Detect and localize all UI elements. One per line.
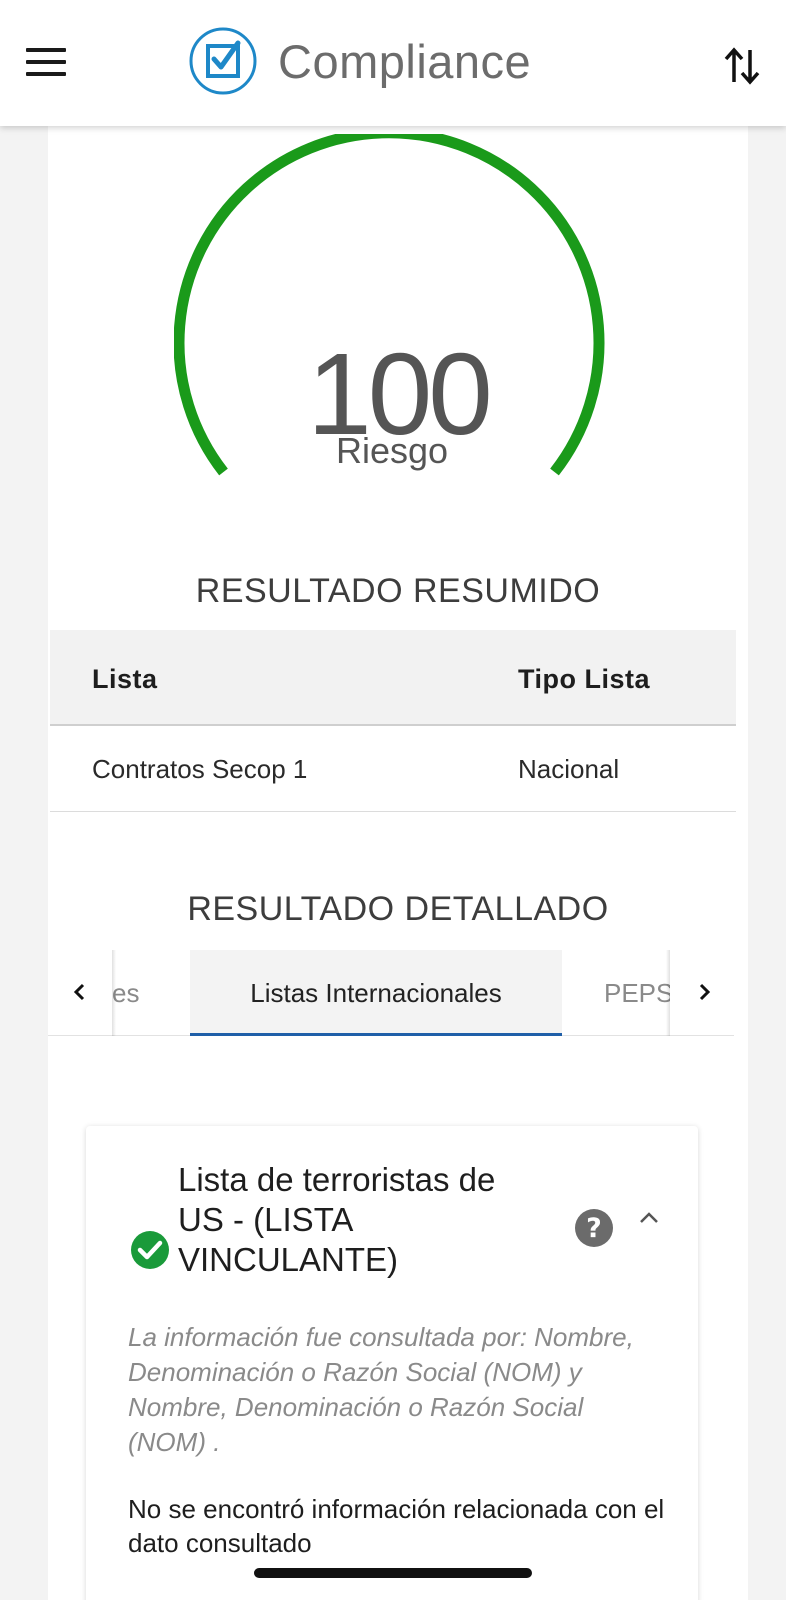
summary-section-title: RESULTADO RESUMIDO	[195, 572, 601, 610]
help-icon[interactable]: ?	[574, 1208, 614, 1248]
home-indicator[interactable]	[254, 1568, 532, 1578]
chevron-left-icon[interactable]	[66, 978, 94, 1006]
app-bar: Compliance	[0, 0, 786, 126]
card-title: Lista de terroristas de US - (LISTA VINC…	[178, 1161, 496, 1278]
table-cell-lista: Contratos Secop 1	[92, 754, 308, 784]
tab-listas-internacionales[interactable]: Listas Internacionales	[190, 950, 562, 1036]
table-header-row: Lista Tipo Lista	[50, 630, 736, 726]
tab-scroller: es Listas Internacionales PEPS	[112, 950, 670, 1036]
checkbox-check-icon	[189, 27, 257, 95]
risk-label: Riesgo	[335, 430, 449, 471]
brand: Compliance	[188, 26, 531, 96]
column-header-tipo-lista: Tipo Lista	[518, 664, 651, 694]
hamburger-menu-icon[interactable]	[26, 48, 66, 78]
tab-listas-nacionales[interactable]: es	[112, 950, 172, 1036]
table-cell-tipo-lista: Nacional	[518, 754, 620, 784]
table-row: Contratos Secop 1 Nacional	[50, 726, 736, 812]
card-query-note: La información fue consultada por: Nombr…	[128, 1322, 634, 1457]
chevron-up-icon[interactable]	[636, 1208, 662, 1228]
list-result-card: Lista de terroristas de US - (LISTA VINC…	[86, 1126, 698, 1600]
detail-tabs: es Listas Internacionales PEPS	[48, 950, 734, 1036]
main-content: 100 Riesgo RESULTADO RESUMIDO Lista Tipo…	[48, 126, 748, 1600]
svg-text:?: ?	[586, 1213, 602, 1244]
sort-arrows-icon[interactable]	[722, 44, 762, 88]
check-circle-icon	[131, 1231, 169, 1269]
app-title: Compliance	[278, 34, 532, 88]
detail-section-title: RESULTADO DETALLADO	[187, 890, 609, 928]
summary-table: Lista Tipo Lista Contratos Secop 1 Nacio…	[50, 630, 736, 812]
tab-peps[interactable]: PEPS	[604, 950, 670, 1036]
column-header-lista: Lista	[92, 664, 158, 694]
chevron-right-icon[interactable]	[690, 978, 718, 1006]
card-result-text: No se encontró información relacionada c…	[128, 1494, 665, 1558]
